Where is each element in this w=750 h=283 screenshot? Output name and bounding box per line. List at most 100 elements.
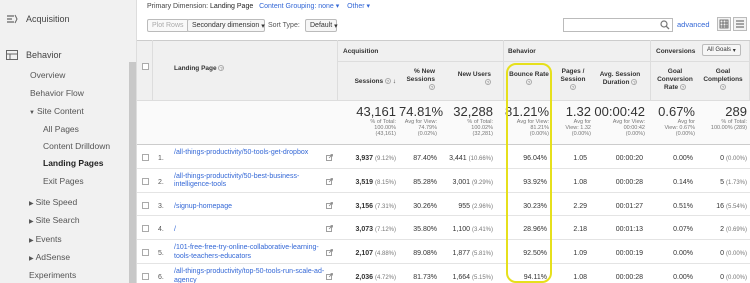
cell-new-users: 955 (2.96%) bbox=[458, 202, 493, 210]
landing-page-link[interactable]: /101-free-free-try-online-collaborative-… bbox=[174, 244, 328, 261]
external-link-icon[interactable] bbox=[326, 154, 333, 161]
grid-icon bbox=[719, 19, 729, 29]
cell-new-sessions: 30.26% bbox=[413, 202, 437, 210]
cell-bounce-rate: 92.50% bbox=[523, 250, 547, 258]
external-link-icon[interactable] bbox=[326, 249, 333, 257]
cell-sessions: 3,937 (9.12%) bbox=[355, 155, 397, 162]
table-view-button[interactable] bbox=[717, 17, 731, 31]
total-bounce-rate: 81.21% Avg for View: 81.21% (0.00%) bbox=[505, 104, 550, 137]
landing-page-link[interactable]: /signup-homepage bbox=[174, 203, 328, 212]
col-new-users[interactable]: New Users? bbox=[439, 71, 491, 87]
row-checkbox[interactable] bbox=[142, 225, 149, 233]
external-link-icon[interactable] bbox=[326, 177, 333, 185]
sort-type-select[interactable]: Default ▾ bbox=[305, 19, 338, 32]
cell-bounce-rate: 94.11% bbox=[523, 274, 547, 281]
divider bbox=[137, 40, 750, 41]
divider bbox=[152, 40, 153, 101]
col-pages-per-session[interactable]: Pages / Session? bbox=[555, 68, 591, 92]
other-link[interactable]: Other ▾ bbox=[347, 3, 370, 10]
landing-page-header[interactable]: Landing Page ? bbox=[174, 65, 225, 72]
cell-new-users: 3,001 (9.29%) bbox=[452, 178, 494, 186]
table-search-input[interactable] bbox=[563, 18, 673, 32]
behavior-icon bbox=[6, 50, 18, 60]
total-pages-per-session: 1.32 Avg for View: 1.32 (0.00%) bbox=[565, 104, 591, 137]
conversions-group-header: Conversions bbox=[656, 48, 696, 55]
select-all-checkbox[interactable] bbox=[142, 63, 149, 70]
advanced-link[interactable]: advanced bbox=[677, 20, 710, 29]
cell-goal-completions: 0 (0.00%) bbox=[720, 250, 747, 258]
cell-new-sessions: 85.28% bbox=[413, 178, 437, 186]
divider bbox=[503, 40, 504, 101]
sort-type-label: Sort Type: bbox=[268, 22, 300, 29]
help-icon: ? bbox=[570, 84, 576, 90]
nav-acquisition[interactable]: Acquisition bbox=[0, 14, 137, 24]
divider bbox=[337, 40, 338, 101]
row-checkbox[interactable] bbox=[142, 249, 149, 257]
landing-page-link[interactable]: /all-things-productivity/50-best-busines… bbox=[174, 173, 328, 190]
external-link-icon[interactable] bbox=[326, 225, 333, 233]
plot-rows-button[interactable]: Plot Rows bbox=[147, 19, 189, 32]
content-grouping-link[interactable]: Content Grouping: none ▾ bbox=[259, 3, 339, 10]
total-new-users: 32,288% of Total: 100.02% (32,281) bbox=[453, 104, 493, 137]
cell-goal-completions: 5 (1.73%) bbox=[720, 178, 747, 186]
nav-behavior[interactable]: Behavior bbox=[0, 50, 137, 60]
cell-pages-per-session: 2.29 bbox=[573, 202, 587, 210]
landing-page-link[interactable]: /all-things-productivity/top-50-tools-ru… bbox=[174, 268, 328, 283]
sort-down-arrow-icon: ↓ bbox=[392, 78, 396, 85]
table-row: 2. /all-things-productivity/50-best-busi… bbox=[137, 169, 750, 193]
help-icon: ? bbox=[429, 84, 435, 90]
row-checkbox[interactable] bbox=[142, 177, 149, 185]
row-number: 4. bbox=[158, 226, 164, 234]
row-checkbox[interactable] bbox=[142, 201, 149, 209]
cell-new-sessions: 89.08% bbox=[413, 250, 437, 258]
cell-avg-session-duration: 00:01:13 bbox=[615, 226, 643, 234]
total-goal-completions: 289% of Total: 100.00% (289) bbox=[710, 104, 747, 131]
cell-avg-session-duration: 00:00:28 bbox=[615, 178, 643, 186]
behavior-group-header: Behavior bbox=[508, 48, 536, 55]
cell-new-sessions: 87.40% bbox=[413, 155, 437, 162]
chevron-down-icon: ▾ bbox=[335, 3, 340, 10]
row-checkbox[interactable] bbox=[142, 273, 149, 280]
expanded-triangle-icon: ▼ bbox=[29, 110, 35, 116]
cell-sessions: 2,107 (4.88%) bbox=[355, 250, 397, 258]
landing-page-link[interactable]: / bbox=[174, 226, 328, 235]
col-sessions[interactable]: Sessions ? ↓ bbox=[340, 78, 396, 86]
external-link-icon[interactable] bbox=[326, 201, 333, 209]
col-new-sessions[interactable]: % New Sessions? bbox=[399, 68, 435, 92]
col-goal-completions[interactable]: Goal Completions? bbox=[699, 68, 747, 92]
cell-pages-per-session: 1.05 bbox=[573, 155, 587, 162]
cell-avg-session-duration: 00:00:20 bbox=[615, 155, 643, 162]
cell-new-users: 3,441 (10.66%) bbox=[449, 155, 493, 162]
secondary-dimension-select[interactable]: Secondary dimension ▾ bbox=[187, 19, 265, 32]
cell-goal-conversion-rate: 0.00% bbox=[673, 250, 693, 258]
sidebar-scrollbar[interactable] bbox=[129, 62, 136, 283]
col-goal-conversion-rate[interactable]: Goal Conversion Rate ? bbox=[653, 68, 697, 92]
row-number: 5. bbox=[158, 250, 164, 258]
cell-bounce-rate: 93.92% bbox=[523, 178, 547, 186]
cell-sessions: 3,156 (7.31%) bbox=[355, 202, 397, 210]
col-bounce-rate[interactable]: Bounce Rate? bbox=[507, 71, 551, 87]
landing-page-link[interactable]: /all-things-productivity/50-tools-get-dr… bbox=[174, 149, 328, 158]
total-goal-conversion-rate: 0.67% Avg for View: 0.67% (0.00%) bbox=[658, 104, 695, 137]
total-new-sessions: 74.81% Avg for View: 74.79% (0.02%) bbox=[399, 104, 444, 137]
cell-goal-completions: 16 (5.54%) bbox=[716, 202, 747, 210]
help-icon: ? bbox=[485, 79, 491, 85]
col-avg-session-duration[interactable]: Avg. Session Duration ? bbox=[595, 71, 645, 87]
collapsed-triangle-icon: ▶ bbox=[29, 238, 34, 244]
cell-pages-per-session: 2.18 bbox=[573, 226, 587, 234]
divider bbox=[650, 40, 651, 101]
cell-avg-session-duration: 00:00:19 bbox=[615, 250, 643, 258]
acquisition-group-header: Acquisition bbox=[343, 48, 379, 55]
cell-goal-completions: 0 (0.00%) bbox=[720, 155, 747, 162]
goals-select[interactable]: All Goals ▾ bbox=[702, 44, 741, 56]
primary-dimension-value: Landing Page bbox=[210, 3, 254, 10]
row-number: 2. bbox=[158, 178, 164, 186]
cell-goal-conversion-rate: 0.07% bbox=[673, 226, 693, 234]
table-row: 3. /signup-homepage 3,156 (7.31%) 30.26%… bbox=[137, 193, 750, 217]
search-icon bbox=[660, 20, 670, 30]
row-checkbox[interactable] bbox=[142, 154, 149, 161]
external-link-icon[interactable] bbox=[326, 273, 333, 280]
help-icon: ? bbox=[218, 65, 225, 71]
cell-pages-per-session: 1.09 bbox=[573, 250, 587, 258]
list-view-button[interactable] bbox=[733, 17, 747, 31]
